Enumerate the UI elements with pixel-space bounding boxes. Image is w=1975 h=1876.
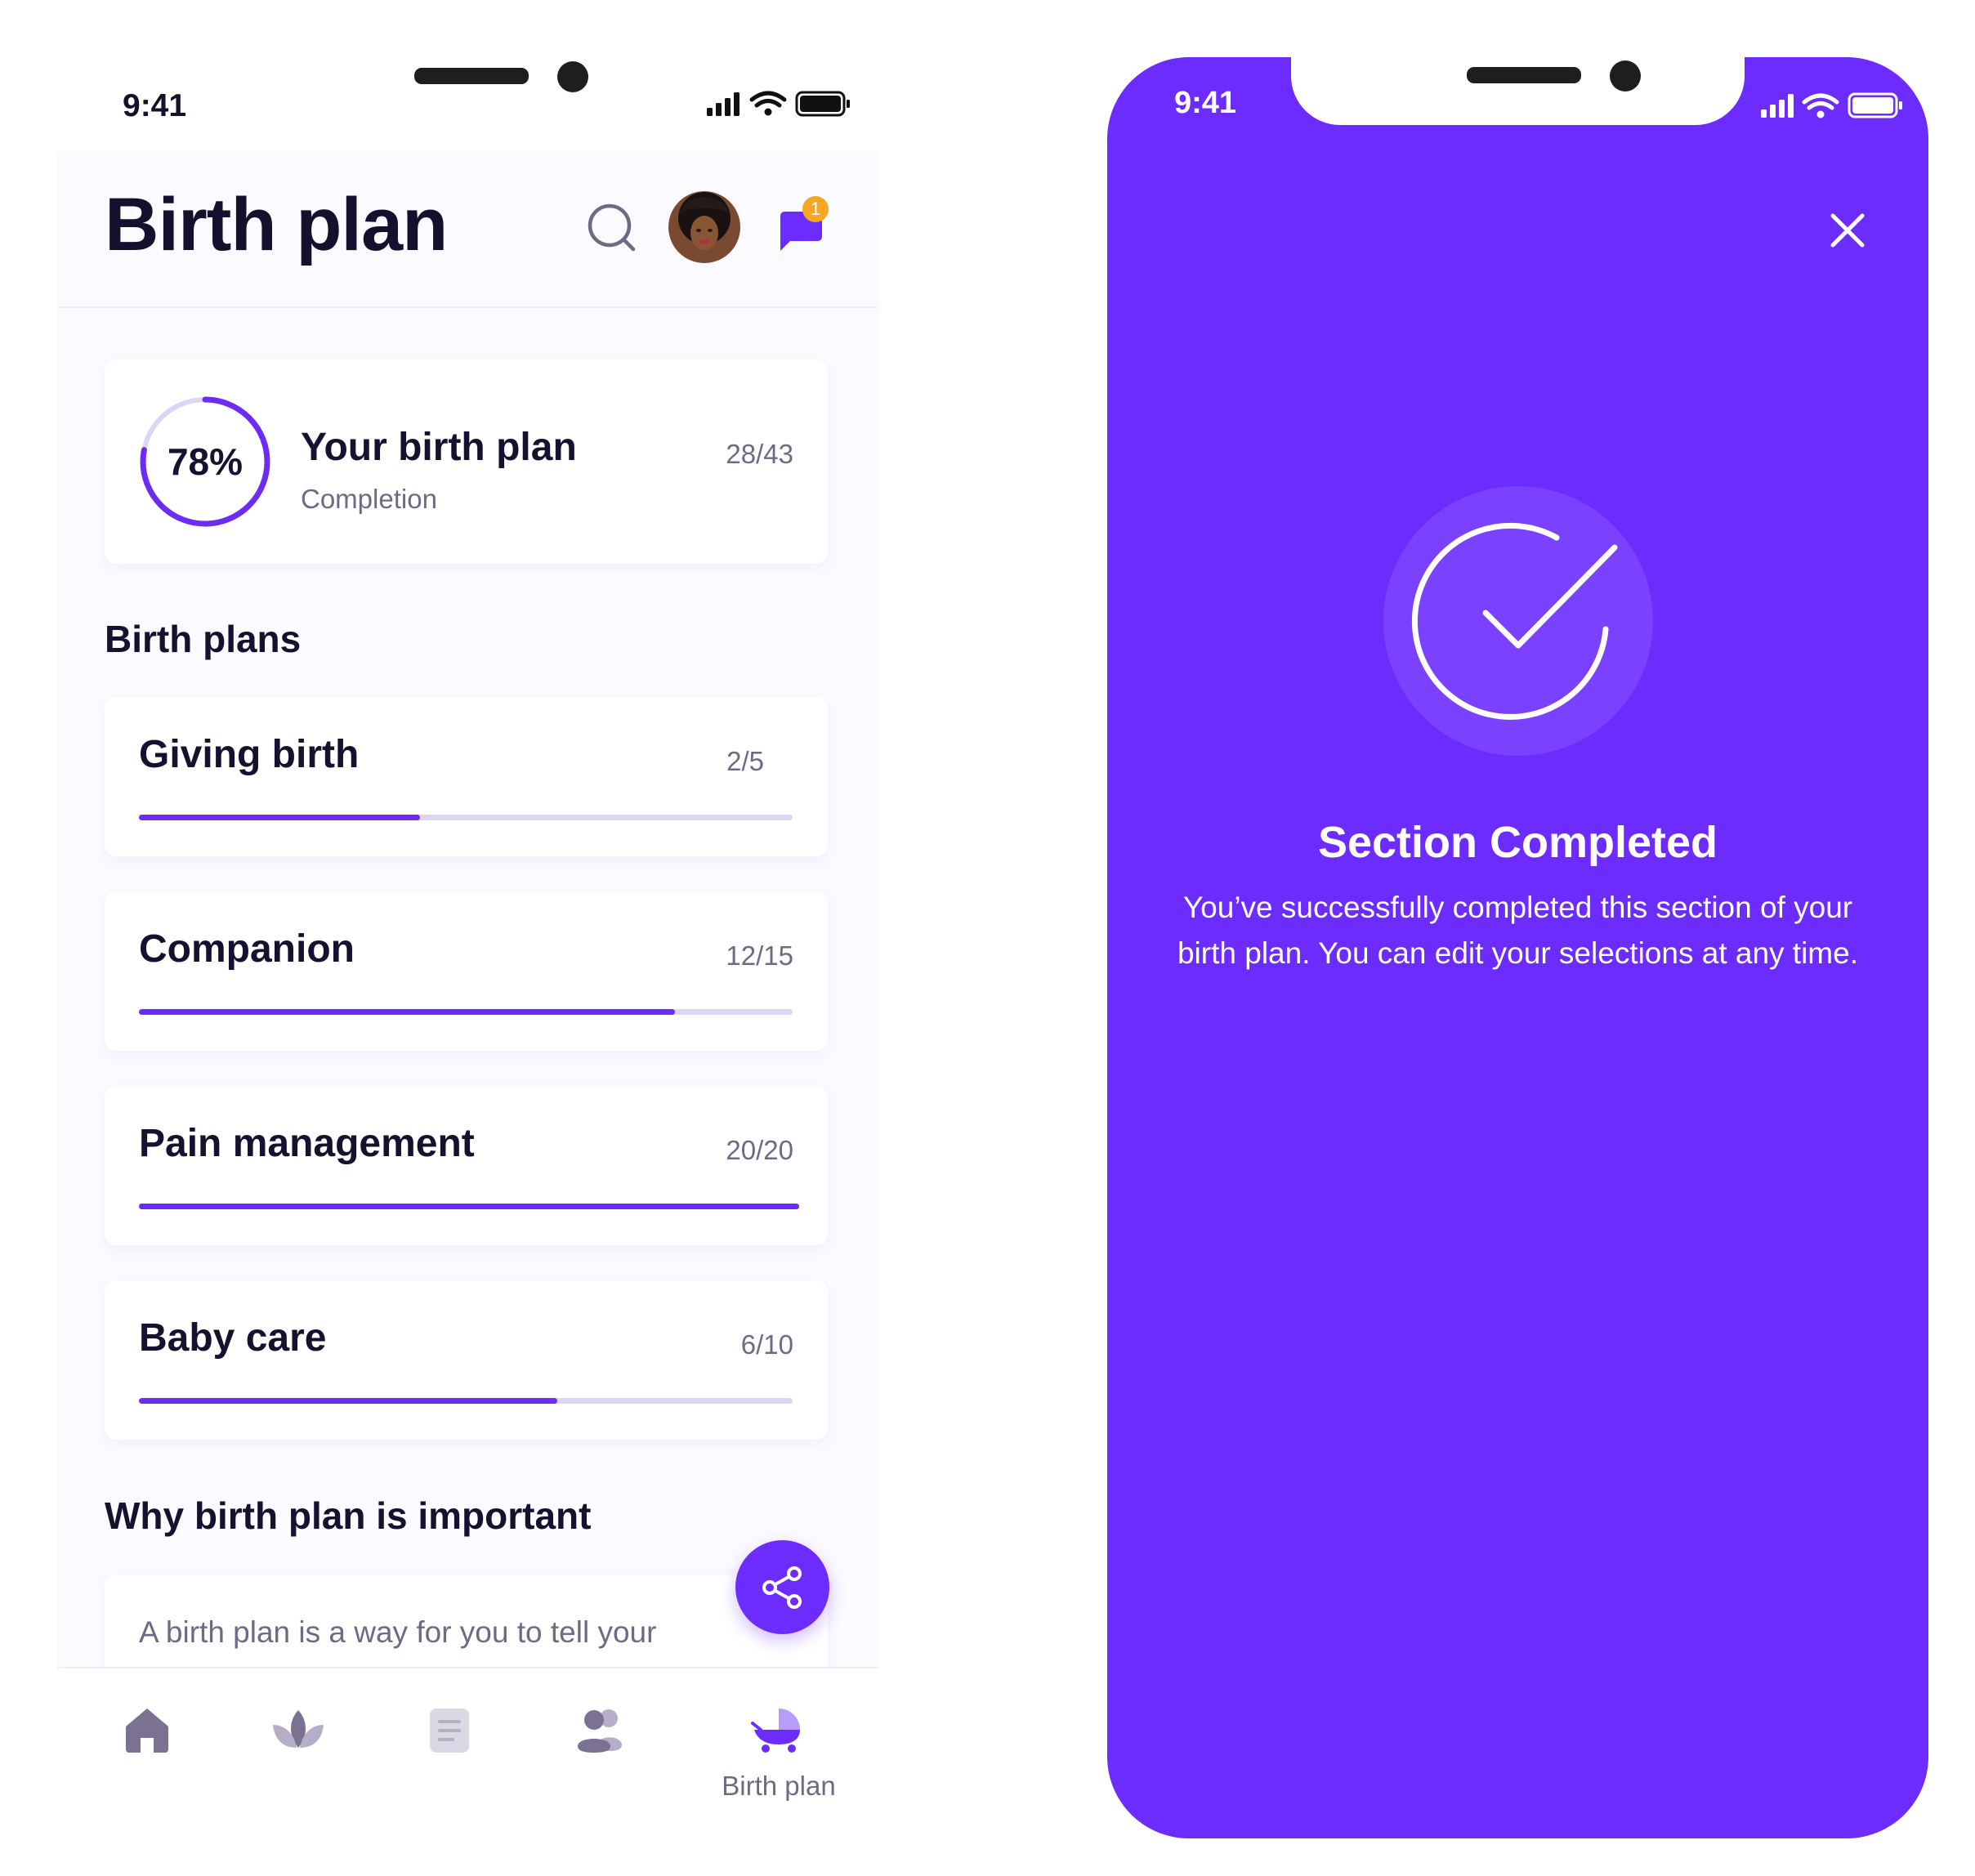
- plan-progress-fill: [139, 1009, 675, 1015]
- plan-card-pain-management[interactable]: Pain management 20/20: [105, 1086, 828, 1245]
- camera-dot: [1610, 60, 1641, 92]
- status-time: 9:41: [1174, 86, 1237, 120]
- nav-birth-plan[interactable]: Birth plan: [697, 1668, 860, 1832]
- document-icon: [430, 1708, 469, 1753]
- summary-count: 28/43: [726, 439, 793, 469]
- summary-card[interactable]: 78% Your birth plan Completion 28/43: [105, 360, 828, 564]
- camera-dot: [557, 61, 588, 92]
- search-icon[interactable]: [584, 200, 641, 257]
- summary-subtitle: Completion: [301, 484, 437, 514]
- left-phone: 9:41 Birth plan 1 78% Your birth plan Co…: [0, 0, 899, 1876]
- right-phone-modal: 9:41 Section Completed You’ve successful…: [1107, 57, 1928, 1838]
- nav-community[interactable]: [543, 1668, 658, 1832]
- plan-count: 12/15: [726, 940, 793, 971]
- why-heading: Why birth plan is important: [105, 1494, 592, 1537]
- completion-percent: 78%: [167, 440, 244, 483]
- close-icon[interactable]: [1829, 212, 1866, 249]
- lotus-icon: [273, 1710, 324, 1748]
- status-icons: [707, 91, 850, 117]
- plan-title: Giving birth: [139, 733, 360, 776]
- nav-home[interactable]: [90, 1668, 204, 1832]
- page-title: Birth plan: [105, 183, 448, 266]
- plan-progress-fill: [139, 815, 420, 820]
- plan-progress-fill: [139, 1398, 557, 1404]
- status-time: 9:41: [123, 88, 187, 123]
- nav-documents[interactable]: [392, 1668, 507, 1832]
- left-screen: Birth plan 1 78% Your birth plan Complet…: [57, 151, 878, 1667]
- share-button[interactable]: [735, 1540, 829, 1634]
- people-icon: [578, 1709, 622, 1753]
- plan-progress-track: [139, 1009, 793, 1015]
- plan-progress-track: [139, 815, 793, 820]
- why-card[interactable]: A birth plan is a way for you to tell yo…: [105, 1574, 828, 1667]
- plan-card-companion[interactable]: Companion 12/15: [105, 891, 828, 1051]
- modal-title: Section Completed: [1317, 818, 1718, 867]
- plan-progress-track: [139, 1398, 793, 1404]
- notification-badge: 1: [802, 196, 829, 222]
- status-icons: [1761, 92, 1902, 118]
- modal-message-line2: birth plan. You can edit your selections…: [1177, 936, 1858, 970]
- speaker-pill: [414, 68, 529, 84]
- speaker-pill: [1467, 67, 1581, 83]
- plan-title: Baby care: [139, 1316, 327, 1360]
- avatar[interactable]: [668, 190, 741, 264]
- birth-plans-heading: Birth plans: [105, 618, 302, 660]
- plan-title: Pain management: [139, 1122, 475, 1165]
- bottom-nav: Birth plan: [57, 1667, 878, 1832]
- home-icon: [126, 1708, 168, 1753]
- modal-message-line1: You’ve successfully completed this secti…: [1182, 891, 1853, 924]
- why-text: A birth plan is a way for you to tell yo…: [139, 1615, 657, 1649]
- app-header: Birth plan 1: [57, 151, 878, 308]
- share-icon: [762, 1566, 802, 1609]
- plan-count: 20/20: [726, 1135, 793, 1165]
- plan-card-giving-birth[interactable]: Giving birth 2/5: [105, 697, 828, 856]
- nav-wellness[interactable]: [241, 1668, 355, 1832]
- plan-progress-fill: [139, 1204, 799, 1209]
- stroller-icon: [751, 1708, 800, 1753]
- plan-count: 6/10: [740, 1329, 793, 1360]
- nav-active-label: Birth plan: [722, 1771, 836, 1801]
- plan-count: 2/5: [726, 746, 764, 776]
- check-circle-icon: [1383, 486, 1653, 756]
- plan-card-baby-care[interactable]: Baby care 6/10: [105, 1280, 828, 1440]
- plan-title: Companion: [139, 927, 355, 971]
- summary-title: Your birth plan: [301, 426, 577, 469]
- plan-progress-track: [139, 1204, 799, 1209]
